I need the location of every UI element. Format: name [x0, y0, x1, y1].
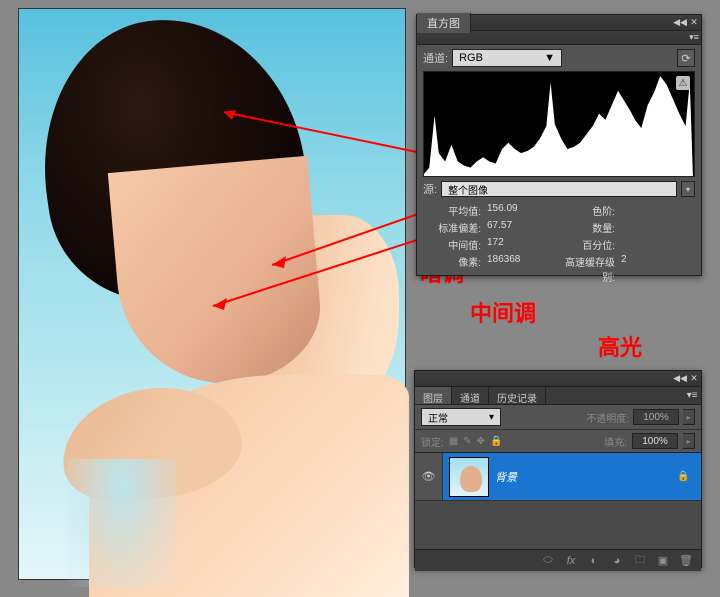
layer-group-icon[interactable]: 🗀 [633, 551, 647, 570]
stat-cache-value: 2 [621, 254, 627, 284]
eye-icon: 👁 [422, 470, 436, 483]
histogram-plot [424, 72, 694, 176]
histogram-stats: 平均值: 156.09 色阶: 标准偏差: 67.57 数量: 中间值: 172 百分… [417, 201, 701, 290]
stat-cache-label: 高速缓存级别: [559, 254, 615, 284]
lock-position-icon[interactable]: ✥ [477, 436, 485, 447]
refresh-button[interactable]: ⟳ [677, 49, 695, 67]
visibility-toggle[interactable]: 👁 [415, 453, 443, 500]
annotation-highlight: 高光 [598, 330, 642, 362]
fill-dropdown-icon[interactable]: ▸ [683, 433, 695, 449]
source-select[interactable]: 整个图像 [441, 181, 677, 197]
stat-percent-label: 百分位: [559, 237, 615, 252]
channel-value: RGB [459, 52, 483, 64]
layer-name[interactable]: 背景 [495, 469, 677, 485]
panel-menu-icon[interactable]: ▾≡ [683, 387, 701, 404]
refresh-icon: ⟳ [681, 52, 690, 65]
close-icon[interactable]: ✕ [687, 17, 701, 28]
document-canvas[interactable] [18, 8, 406, 580]
histogram-titlebar[interactable]: 直方图 ◀◀ ✕ [417, 15, 701, 31]
layer-list: 👁 背景 🔒 [415, 453, 701, 549]
tab-channels[interactable]: 通道 [452, 387, 489, 404]
layers-footer: ⬭ fx ◐ ◕ 🗀 ▣ 🗑 [415, 549, 701, 571]
stat-count-label: 数量: [559, 220, 615, 235]
layer-mask-icon[interactable]: ◐ [587, 555, 601, 567]
delete-layer-icon[interactable]: 🗑 [679, 554, 693, 567]
source-label: 源: [423, 181, 437, 197]
fill-input[interactable]: 100% [632, 433, 678, 449]
opacity-input[interactable]: 100% [633, 409, 679, 425]
layers-panel: ◀◀ ✕ 图层 通道 历史记录 ▾≡ 正常 ▾ 不透明度: 100% ▸ 锁定:… [414, 370, 702, 568]
channel-select[interactable]: RGB ▼ [452, 49, 562, 67]
layer-thumbnail[interactable] [449, 457, 489, 497]
collapse-icon[interactable]: ◀◀ [673, 17, 687, 28]
chevron-down-icon: ▾ [489, 412, 494, 423]
stat-median-value: 172 [487, 237, 504, 252]
subject-water [67, 459, 177, 587]
lock-pixels-icon[interactable]: ✎ [463, 436, 471, 447]
blend-mode-value: 正常 [428, 410, 448, 425]
new-layer-icon[interactable]: ▣ [656, 554, 670, 567]
layer-fx-icon[interactable]: fx [564, 555, 578, 567]
histogram-graph[interactable]: ⚠ [423, 71, 695, 177]
stat-mean-value: 156.09 [487, 203, 518, 218]
stat-median-label: 中间值: [425, 237, 481, 252]
link-layers-icon[interactable]: ⬭ [541, 554, 555, 567]
histogram-tab[interactable]: 直方图 [417, 13, 471, 33]
chevron-down-icon: ▼ [544, 52, 555, 64]
tab-history[interactable]: 历史记录 [489, 387, 546, 404]
stat-level-label: 色阶: [559, 203, 615, 218]
opacity-label: 不透明度: [586, 410, 629, 425]
stat-std-value: 67.57 [487, 220, 512, 235]
panel-menu-icon[interactable]: ▾≡ [687, 32, 701, 43]
tab-layers[interactable]: 图层 [415, 387, 452, 404]
adjustment-layer-icon[interactable]: ◕ [610, 555, 624, 567]
layer-row[interactable]: 👁 背景 🔒 [415, 453, 701, 501]
fill-label: 填充: [604, 434, 627, 449]
subject-face [108, 156, 326, 393]
layer-lock-icon[interactable]: 🔒 [677, 471, 701, 482]
close-icon[interactable]: ✕ [687, 373, 701, 384]
collapse-icon[interactable]: ◀◀ [673, 373, 687, 384]
stat-std-label: 标准偏差: [425, 220, 481, 235]
stat-mean-label: 平均值: [425, 203, 481, 218]
histogram-panel: 直方图 ◀◀ ✕ ▾≡ 通道: RGB ▼ ⟳ ⚠ 源: 整个图像 ▾ 平均值:… [416, 14, 702, 276]
lock-all-icon[interactable]: 🔒 [490, 436, 502, 447]
channel-label: 通道: [423, 50, 448, 66]
source-more-button[interactable]: ▾ [681, 181, 695, 197]
cache-warning-icon[interactable]: ⚠ [676, 76, 690, 90]
stat-pixels-value: 186368 [487, 254, 520, 284]
lock-label: 锁定: [421, 434, 444, 449]
opacity-dropdown-icon[interactable]: ▸ [683, 409, 695, 425]
source-value: 整个图像 [448, 182, 488, 197]
stat-pixels-label: 像素: [425, 254, 481, 284]
blend-mode-select[interactable]: 正常 ▾ [421, 408, 501, 426]
annotation-midtone: 中间调 [470, 296, 536, 328]
lock-transparency-icon[interactable]: ▦ [449, 436, 458, 447]
